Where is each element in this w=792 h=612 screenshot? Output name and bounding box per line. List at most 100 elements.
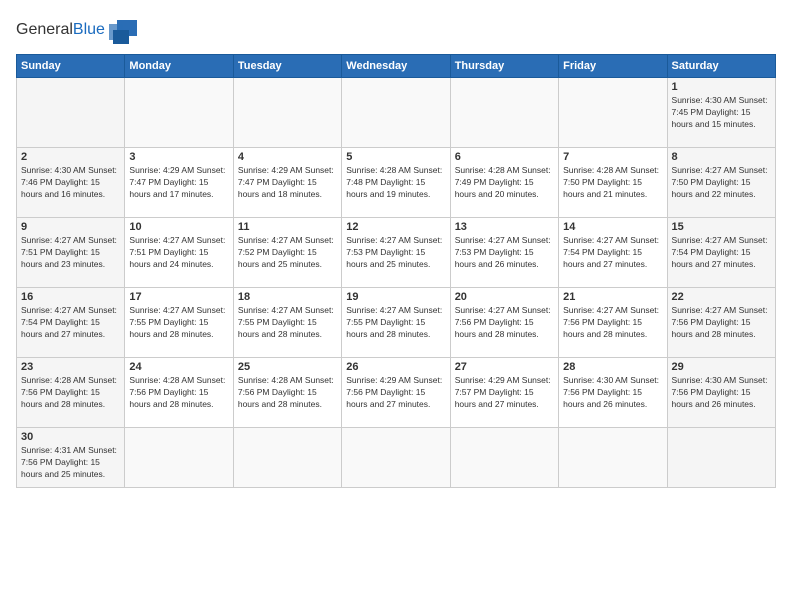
day-info: Sunrise: 4:27 AM Sunset: 7:55 PM Dayligh… (346, 305, 445, 341)
calendar-cell: 24 Sunrise: 4:28 AM Sunset: 7:56 PM Dayli… (125, 358, 233, 428)
day-number: 7 (563, 151, 662, 163)
calendar-cell (667, 428, 775, 488)
day-number: 9 (21, 221, 120, 233)
logo: GeneralBlue (16, 16, 141, 44)
page-header: GeneralBlue (16, 16, 776, 44)
day-info: Sunrise: 4:27 AM Sunset: 7:52 PM Dayligh… (238, 235, 337, 271)
calendar-cell: 1Sunrise: 4:30 AM Sunset: 7:45 PM Daylig… (667, 78, 775, 148)
weekday-header-wednesday: Wednesday (342, 55, 450, 78)
day-number: 6 (455, 151, 554, 163)
day-info: Sunrise: 4:27 AM Sunset: 7:56 PM Dayligh… (455, 305, 554, 341)
calendar-cell (559, 428, 667, 488)
logo-blue: Blue (73, 21, 105, 38)
day-number: 19 (346, 291, 445, 303)
calendar-cell (342, 428, 450, 488)
day-info: Sunrise: 4:30 AM Sunset: 7:56 PM Dayligh… (563, 375, 662, 411)
day-info: Sunrise: 4:27 AM Sunset: 7:54 PM Dayligh… (21, 305, 120, 341)
day-info: Sunrise: 4:28 AM Sunset: 7:48 PM Dayligh… (346, 165, 445, 201)
logo-icon (109, 16, 141, 44)
day-number: 17 (129, 291, 228, 303)
day-number: 28 (563, 361, 662, 373)
day-info: Sunrise: 4:29 AM Sunset: 7:47 PM Dayligh… (129, 165, 228, 201)
day-info: Sunrise: 4:27 AM Sunset: 7:53 PM Dayligh… (455, 235, 554, 271)
week-row-2: 2 Sunrise: 4:30 AM Sunset: 7:46 PM Daylig… (17, 148, 776, 218)
calendar-cell: 16Sunrise: 4:27 AM Sunset: 7:54 PM Dayli… (17, 288, 125, 358)
calendar-cell: 6 Sunrise: 4:28 AM Sunset: 7:49 PM Daylig… (450, 148, 558, 218)
calendar-cell (233, 78, 341, 148)
day-info: Sunrise: 4:28 AM Sunset: 7:50 PM Dayligh… (563, 165, 662, 201)
day-number: 11 (238, 221, 337, 233)
day-number: 3 (129, 151, 228, 163)
day-info: Sunrise: 4:27 AM Sunset: 7:51 PM Dayligh… (129, 235, 228, 271)
calendar-cell: 29 Sunrise: 4:30 AM Sunset: 7:56 PM Dayli… (667, 358, 775, 428)
calendar-table: SundayMondayTuesdayWednesdayThursdayFrid… (16, 54, 776, 488)
day-info: Sunrise: 4:30 AM Sunset: 7:56 PM Dayligh… (672, 375, 771, 411)
calendar-cell: 27 Sunrise: 4:29 AM Sunset: 7:57 PM Dayli… (450, 358, 558, 428)
calendar-cell: 18Sunrise: 4:27 AM Sunset: 7:55 PM Dayli… (233, 288, 341, 358)
day-number: 13 (455, 221, 554, 233)
day-info: Sunrise: 4:27 AM Sunset: 7:51 PM Dayligh… (21, 235, 120, 271)
day-info: Sunrise: 4:29 AM Sunset: 7:57 PM Dayligh… (455, 375, 554, 411)
day-info: Sunrise: 4:31 AM Sunset: 7:56 PM Dayligh… (21, 445, 120, 481)
calendar-cell: 7 Sunrise: 4:28 AM Sunset: 7:50 PM Daylig… (559, 148, 667, 218)
day-number: 26 (346, 361, 445, 373)
day-info: Sunrise: 4:27 AM Sunset: 7:50 PM Dayligh… (672, 165, 771, 201)
day-number: 10 (129, 221, 228, 233)
calendar-cell: 2 Sunrise: 4:30 AM Sunset: 7:46 PM Daylig… (17, 148, 125, 218)
calendar-cell: 5 Sunrise: 4:28 AM Sunset: 7:48 PM Daylig… (342, 148, 450, 218)
weekday-header-tuesday: Tuesday (233, 55, 341, 78)
day-info: Sunrise: 4:27 AM Sunset: 7:54 PM Dayligh… (563, 235, 662, 271)
calendar-cell: 19 Sunrise: 4:27 AM Sunset: 7:55 PM Dayli… (342, 288, 450, 358)
week-row-6: 30 Sunrise: 4:31 AM Sunset: 7:56 PM Dayli… (17, 428, 776, 488)
calendar-cell: 15 Sunrise: 4:27 AM Sunset: 7:54 PM Dayli… (667, 218, 775, 288)
day-info: Sunrise: 4:30 AM Sunset: 7:45 PM Dayligh… (672, 95, 771, 131)
week-row-1: 1Sunrise: 4:30 AM Sunset: 7:45 PM Daylig… (17, 78, 776, 148)
day-number: 24 (129, 361, 228, 373)
day-number: 18 (238, 291, 337, 303)
week-row-5: 23 Sunrise: 4:28 AM Sunset: 7:56 PM Dayli… (17, 358, 776, 428)
calendar-cell: 23Sunrise: 4:28 AM Sunset: 7:56 PM Dayli… (17, 358, 125, 428)
calendar-cell: 17Sunrise: 4:27 AM Sunset: 7:55 PM Dayli… (125, 288, 233, 358)
day-info: Sunrise: 4:29 AM Sunset: 7:56 PM Dayligh… (346, 375, 445, 411)
day-number: 21 (563, 291, 662, 303)
day-number: 2 (21, 151, 120, 163)
day-number: 25 (238, 361, 337, 373)
day-info: Sunrise: 4:27 AM Sunset: 7:54 PM Dayligh… (672, 235, 771, 271)
day-number: 8 (672, 151, 771, 163)
week-row-3: 9 Sunrise: 4:27 AM Sunset: 7:51 PM Daylig… (17, 218, 776, 288)
calendar-cell: 26 Sunrise: 4:29 AM Sunset: 7:56 PM Dayli… (342, 358, 450, 428)
day-number: 4 (238, 151, 337, 163)
day-info: Sunrise: 4:28 AM Sunset: 7:49 PM Dayligh… (455, 165, 554, 201)
day-info: Sunrise: 4:30 AM Sunset: 7:46 PM Dayligh… (21, 165, 120, 201)
day-number: 5 (346, 151, 445, 163)
day-number: 23 (21, 361, 120, 373)
day-number: 20 (455, 291, 554, 303)
day-number: 15 (672, 221, 771, 233)
calendar-cell: 30 Sunrise: 4:31 AM Sunset: 7:56 PM Dayli… (17, 428, 125, 488)
calendar-cell: 22 Sunrise: 4:27 AM Sunset: 7:56 PM Dayli… (667, 288, 775, 358)
calendar-cell: 3 Sunrise: 4:29 AM Sunset: 7:47 PM Daylig… (125, 148, 233, 218)
calendar-cell: 8 Sunrise: 4:27 AM Sunset: 7:50 PM Daylig… (667, 148, 775, 218)
weekday-header-thursday: Thursday (450, 55, 558, 78)
calendar-cell: 21Sunrise: 4:27 AM Sunset: 7:56 PM Dayli… (559, 288, 667, 358)
day-number: 30 (21, 431, 120, 443)
day-number: 27 (455, 361, 554, 373)
calendar-cell (233, 428, 341, 488)
calendar-cell (125, 78, 233, 148)
calendar-cell: 11 Sunrise: 4:27 AM Sunset: 7:52 PM Dayli… (233, 218, 341, 288)
calendar-cell: 28 Sunrise: 4:30 AM Sunset: 7:56 PM Dayli… (559, 358, 667, 428)
day-info: Sunrise: 4:27 AM Sunset: 7:56 PM Dayligh… (672, 305, 771, 341)
day-number: 12 (346, 221, 445, 233)
day-number: 22 (672, 291, 771, 303)
logo-general: General (16, 21, 73, 38)
day-info: Sunrise: 4:28 AM Sunset: 7:56 PM Dayligh… (129, 375, 228, 411)
calendar-cell: 13 Sunrise: 4:27 AM Sunset: 7:53 PM Dayli… (450, 218, 558, 288)
calendar-cell (450, 78, 558, 148)
weekday-header-saturday: Saturday (667, 55, 775, 78)
weekday-header-friday: Friday (559, 55, 667, 78)
calendar-cell (342, 78, 450, 148)
calendar-cell: 12Sunrise: 4:27 AM Sunset: 7:53 PM Dayli… (342, 218, 450, 288)
calendar-body: 1Sunrise: 4:30 AM Sunset: 7:45 PM Daylig… (17, 78, 776, 488)
day-number: 29 (672, 361, 771, 373)
weekday-header-monday: Monday (125, 55, 233, 78)
